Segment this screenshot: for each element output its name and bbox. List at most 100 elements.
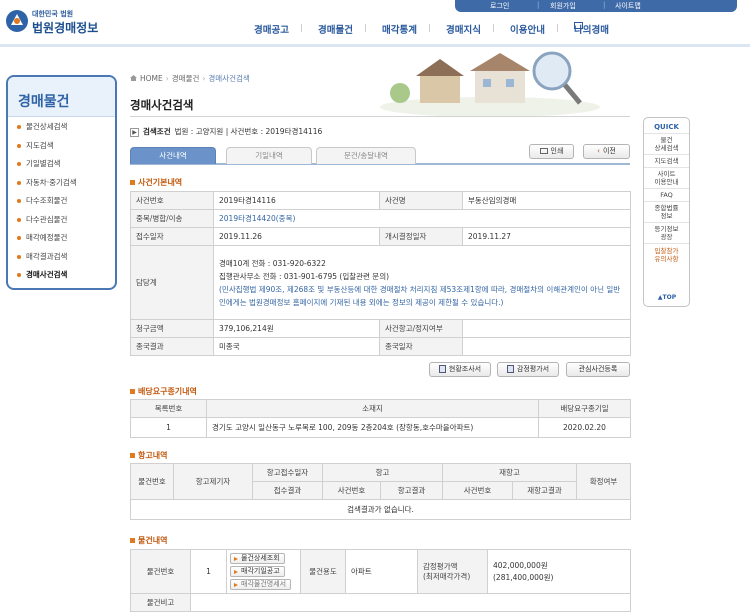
merged-case-link[interactable]: 2019타경14420(중복)	[213, 209, 631, 228]
column-header: 재항고결과	[511, 481, 578, 500]
top-label: TOP	[662, 294, 677, 301]
lnb-item-case-search[interactable]: 경매사건검색	[14, 269, 115, 288]
survey-report-button[interactable]: 현황조사서	[429, 362, 491, 377]
home-icon	[130, 75, 137, 81]
cell-value: 379,106,214원	[213, 319, 380, 338]
cell-value	[462, 319, 631, 338]
register-interest-button[interactable]: 관심사건등록	[566, 362, 630, 377]
breadcrumb-home[interactable]: HOME	[140, 74, 163, 83]
lnb-item-detail-search[interactable]: 물건상세검색	[14, 121, 115, 140]
table-row: 검색결과가 없습니다.	[129, 499, 632, 520]
quick-item-registry[interactable]: 등기정보 광장	[644, 222, 689, 243]
scroll-top-button[interactable]: ▲TOP	[654, 294, 680, 303]
site-logo[interactable]: 대한민국 법원 법원경매정보	[4, 6, 114, 38]
cell-value: 미종국	[213, 337, 380, 356]
appraisal-label: 감정평가서	[516, 365, 550, 373]
lnb-item-most-interest[interactable]: 다수관심물건	[14, 214, 115, 233]
print-button[interactable]: 인쇄	[529, 144, 574, 159]
table-row: 물건비고	[130, 593, 631, 612]
prev-label: 이전	[602, 147, 616, 155]
chevron-right-icon: ▶	[130, 128, 139, 137]
gnb-item-notice[interactable]: 경매공고	[254, 22, 289, 36]
cell-label: 담당계	[130, 245, 214, 320]
global-nav: 경매공고 | 경매물건 | 매각통계 | 경매지식 | 이용안내 | 나의경매	[254, 22, 609, 36]
print-label: 인쇄	[550, 147, 564, 155]
court-emblem-icon	[6, 10, 28, 32]
table-row: 담당계 경매10계 전화 : 031-920-6322 집행관사무소 전화 : …	[130, 245, 631, 320]
back-arrow-icon: ‹	[597, 147, 600, 155]
quick-item-detail-search[interactable]: 물건 상세검색	[644, 133, 689, 154]
left-nav-title: 경매물건	[8, 77, 115, 117]
cell-label: 중복/병합/이송	[130, 209, 214, 228]
lnb-item-map-search[interactable]: 지도검색	[14, 140, 115, 159]
lnb-item-vehicle-search[interactable]: 자동차·중기검색	[14, 177, 115, 196]
lnb-item-scheduled[interactable]: 매각예정물건	[14, 232, 115, 251]
document-icon	[506, 365, 514, 373]
prev-button[interactable]: ‹ 이전	[583, 144, 630, 159]
column-header: 항고접수일자	[252, 463, 323, 482]
tab-case-detail[interactable]: 사건내역	[130, 147, 216, 164]
items-table: 물건번호 1 물건상세조회 매각기일공고 매각물건명세서 물건용도 아파트 감정…	[130, 549, 631, 612]
brand-line2: 법원경매정보	[32, 21, 99, 35]
section-items: 물건내역	[130, 535, 167, 546]
appraisal-report-button[interactable]: 감정평가서	[497, 362, 559, 377]
table-header-row: 목록번호 소재지 배당요구종기일	[130, 399, 631, 418]
join-link[interactable]: 회원가입	[550, 1, 576, 11]
sale-date-notice-button[interactable]: 매각기일공고	[230, 566, 285, 577]
quick-item-site-guide[interactable]: 사이트 이용안내	[644, 167, 689, 188]
lnb-item-date-search[interactable]: 기일별검색	[14, 158, 115, 177]
lnb-item-most-viewed[interactable]: 다수조회물건	[14, 195, 115, 214]
case-info-table: 사건번호 2019타경14116 사건명 부동산임의경매 중복/병합/이송 20…	[130, 191, 631, 356]
quick-title: QUICK	[654, 123, 679, 131]
item-buttons: 물건상세조회 매각기일공고 매각물건명세서	[226, 549, 301, 594]
quick-bid-notice[interactable]: 입찰참가 유의사항	[644, 243, 689, 266]
column-header: 소재지	[206, 399, 539, 418]
gnb-item-knowledge[interactable]: 경매지식	[446, 22, 481, 36]
tab-date-detail[interactable]: 기일내역	[226, 147, 312, 164]
column-header: 물건번호	[130, 463, 174, 500]
header-divider	[0, 44, 750, 47]
cell-label: 물건용도	[300, 549, 346, 594]
cell-label: 접수일자	[130, 227, 214, 246]
cell-label: 감정평가액 (최저매각가격)	[417, 549, 488, 594]
left-nav: 경매물건 물건상세검색 지도검색 기일별검색 자동차·중기검색 다수조회물건 다…	[6, 75, 117, 290]
column-header: 목록번호	[130, 399, 207, 418]
gnb-item-guide[interactable]: 이용안내	[510, 22, 545, 36]
breadcrumb-level1[interactable]: 경매물건	[172, 74, 200, 83]
gnb-item-stats[interactable]: 매각통계	[382, 22, 417, 36]
cell-value: 1	[190, 549, 227, 594]
login-link[interactable]: 로그인	[490, 1, 509, 11]
cell-label: 개시결정일자	[379, 227, 463, 246]
breadcrumb-current: 경매사건검색	[208, 74, 250, 83]
column-header: 사건번호	[322, 481, 381, 500]
sale-spec-button[interactable]: 매각물건명세서	[230, 579, 292, 590]
cell-label: 사건항고/정지여부	[379, 319, 463, 338]
cell-value: 부동산임의경매	[462, 191, 631, 210]
appeal-table: 물건번호 항고제기자 항고접수일자 항고 재항고 확정여부 접수결과 사건번호 …	[129, 463, 632, 520]
dept-phone: 경매10계 전화 : 031-920-6322	[219, 258, 326, 268]
printer-icon	[539, 148, 548, 154]
column-header: 항고제기자	[173, 463, 253, 500]
cell-value: 402,000,000원 (281,400,000원)	[487, 549, 631, 594]
section-dividend: 배당요구종기내역	[130, 386, 197, 397]
cell-label: 물건번호	[130, 549, 191, 594]
restriction-notice: (민사집행법 제90조, 제268조 및 부동산등에 대한 경매절차 처리지침 …	[219, 284, 621, 307]
sitemap-link[interactable]: 사이트맵	[615, 1, 641, 11]
title-divider	[130, 116, 630, 117]
item-detail-button[interactable]: 물건상세조회	[230, 553, 285, 564]
section-appeal: 항고내역	[130, 450, 167, 461]
table-row: 접수일자 2019.11.26 개시결정일자 2019.11.27	[130, 227, 631, 246]
header: 대한민국 법원 법원경매정보 로그인 | 회원가입 | 사이트맵 경매공고 | …	[0, 0, 750, 44]
gnb-item-goods[interactable]: 경매물건	[318, 22, 353, 36]
column-header: 확정여부	[576, 463, 632, 500]
quick-item-law-info[interactable]: 종합법률 정보	[644, 201, 689, 222]
tab-documents[interactable]: 문건/송달내역	[316, 147, 416, 164]
quick-item-faq[interactable]: FAQ	[644, 188, 689, 201]
min-sale-price: (281,400,000원)	[493, 572, 554, 582]
table-row: 중복/병합/이송 2019타경14420(중복)	[130, 209, 631, 228]
page-title: 경매사건검색	[130, 98, 194, 112]
quick-menu: QUICK 물건 상세검색 지도검색 사이트 이용안내 FAQ 종합법률 정보 …	[643, 117, 690, 307]
cell-value: 아파트	[345, 549, 418, 594]
lnb-item-result-search[interactable]: 매각결과검색	[14, 251, 115, 270]
quick-item-map-search[interactable]: 지도검색	[644, 154, 689, 167]
